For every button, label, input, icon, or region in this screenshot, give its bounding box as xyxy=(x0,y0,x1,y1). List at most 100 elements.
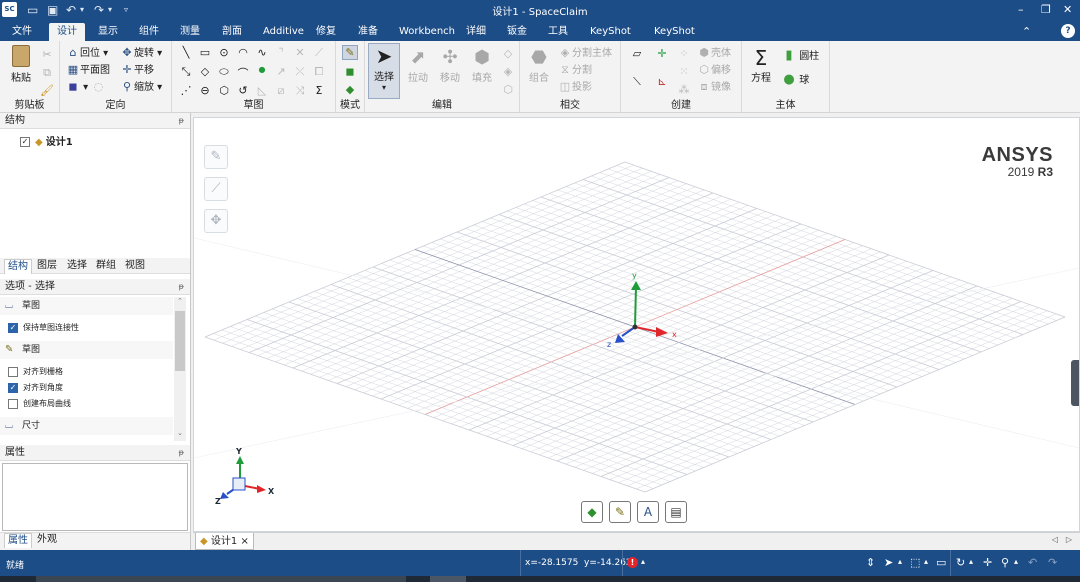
document-tab-close-icon[interactable]: × xyxy=(240,536,248,547)
rotate-status-icon[interactable]: ↻ xyxy=(956,556,965,569)
pin-icon[interactable]: ᵽ xyxy=(179,113,184,129)
ellipse-tool-icon[interactable]: ⬭ xyxy=(216,65,232,79)
3d-viewport[interactable]: y x z Y X Z ANSYS 2019 R3 xyxy=(193,117,1080,532)
error-dropdown-icon[interactable]: ▴ xyxy=(641,557,645,566)
tab-file[interactable]: 文件 xyxy=(12,23,32,41)
pattern-linear-icon[interactable]: ⁙ xyxy=(676,65,692,78)
three-point-arc-icon[interactable]: ⌒ xyxy=(235,65,251,81)
view-options-icon[interactable]: ▭ xyxy=(936,556,946,569)
arc-tool-icon[interactable]: ◠ xyxy=(235,46,251,59)
cut-icon[interactable]: ✂ xyxy=(40,47,54,64)
section-mode-icon[interactable]: ◼ xyxy=(342,65,358,78)
tab-keyshot-2[interactable]: KeyShot xyxy=(654,23,695,41)
view-cube-button[interactable]: ◼ ▾ ◌ xyxy=(66,79,105,96)
zoom-dropdown-icon[interactable]: ▴ xyxy=(1014,557,1018,566)
properties-box[interactable] xyxy=(2,463,188,531)
combine-button[interactable]: ⬣ 组合 xyxy=(524,47,554,84)
ribbon-collapse-icon[interactable]: ⌃ xyxy=(1022,23,1031,41)
mode-text-button[interactable]: A xyxy=(637,501,659,523)
tab-detail[interactable]: 详细 xyxy=(466,23,486,41)
tab-measure[interactable]: 测量 xyxy=(180,23,200,41)
options-pin-icon[interactable]: ᵽ xyxy=(179,279,184,295)
three-point-rect-icon[interactable]: ◇ xyxy=(197,65,213,78)
error-icon[interactable]: ! xyxy=(627,557,638,568)
properties-pin-icon[interactable]: ᵽ xyxy=(179,445,184,461)
tab-repair[interactable]: 修复 xyxy=(316,23,336,41)
origin-icon[interactable]: ⁘ xyxy=(676,47,692,60)
tab-section[interactable]: 剖面 xyxy=(222,23,242,41)
tab-properties[interactable]: 属性 xyxy=(4,533,32,548)
tree-visibility-checkbox[interactable]: ✓ xyxy=(20,137,30,147)
pan-status-icon[interactable]: ✛ xyxy=(983,556,992,569)
mode-layout-button[interactable]: ▤ xyxy=(665,501,687,523)
options-scrollbar[interactable]: ⌃ ⌄ xyxy=(174,297,186,441)
mini-toolbar-select-new-plane-icon[interactable]: ⟋ xyxy=(204,177,228,201)
rectangle-tool-icon[interactable]: ▭ xyxy=(197,46,213,59)
cylinder-button[interactable]: ▮ 圆柱 xyxy=(782,48,819,65)
plane-icon[interactable]: ▱ xyxy=(629,47,645,60)
pan-button[interactable]: ✛ 平移 xyxy=(120,62,154,79)
circle-tool-icon[interactable]: ⊙ xyxy=(216,46,232,59)
select-button[interactable]: ➤ 选择 ▾ xyxy=(368,43,400,99)
home-button[interactable]: ⌂ 回位 ▾ xyxy=(66,45,109,62)
mini-toolbar-sketch-plane-icon[interactable]: ✎ xyxy=(204,145,228,169)
tab-design[interactable]: 设计 xyxy=(49,23,85,41)
tab-tools[interactable]: 工具 xyxy=(548,23,568,41)
panel-tab-selection[interactable]: 选择 xyxy=(64,259,90,273)
panel-tab-structure[interactable]: 结构 xyxy=(4,259,32,274)
side-panel-handle[interactable] xyxy=(1071,360,1079,406)
split-button[interactable]: ⧖ 分割 xyxy=(558,62,592,79)
project-button[interactable]: ◫ 投影 xyxy=(558,79,592,96)
create-layout-checkbox[interactable] xyxy=(8,398,18,409)
tab-prepare[interactable]: 准备 xyxy=(358,23,378,41)
panel-tab-views[interactable]: 视图 xyxy=(122,259,148,273)
document-tab-design[interactable]: ◆ 设计1 × xyxy=(195,533,254,550)
zoom-button[interactable]: ⚲ 缩放 ▾ xyxy=(120,79,162,96)
help-icon[interactable]: ? xyxy=(1061,24,1075,38)
trim-tool-icon[interactable]: ✕ xyxy=(292,46,308,59)
coordinate-system-icon[interactable]: ⊾ xyxy=(654,75,670,88)
copy-icon[interactable]: ⧉ xyxy=(40,65,54,82)
minimize-icon[interactable]: – xyxy=(1018,2,1024,18)
tab-assembly[interactable]: 组件 xyxy=(139,23,159,41)
keep-connectivity-checkbox[interactable]: ✓ xyxy=(8,322,18,333)
snap-angle-option[interactable]: ✓ 对齐到角度 xyxy=(8,382,63,394)
mini-toolbar-move-grid-icon[interactable]: ✥ xyxy=(204,209,228,233)
box-select-dropdown-icon[interactable]: ▴ xyxy=(924,557,928,566)
tree-item-design[interactable]: ✓ ◆ 设计1 xyxy=(20,133,73,148)
tab-scroll-right-icon[interactable]: ▷ xyxy=(1066,535,1072,544)
tangent-line-icon[interactable]: ⤡ xyxy=(178,65,194,79)
box-select-icon[interactable]: ⬚ xyxy=(910,556,920,569)
keep-connectivity-option[interactable]: ✓ 保持草图连接性 xyxy=(8,322,79,334)
3d-mode-icon[interactable]: ◆ xyxy=(342,83,358,96)
rotate-dropdown-icon[interactable]: ▴ xyxy=(969,557,973,566)
pull-button[interactable]: ⬈ 拉动 xyxy=(403,47,433,84)
mirror-button[interactable]: ⧈ 镜像 xyxy=(697,79,732,96)
tab-workbench[interactable]: Workbench xyxy=(399,23,455,41)
spline-tool-icon[interactable]: ∿ xyxy=(254,46,270,59)
mode-3d-button[interactable]: ◆ xyxy=(581,501,603,523)
scroll-thumb[interactable] xyxy=(175,311,185,371)
paste-button[interactable]: 粘贴 xyxy=(6,45,36,84)
tab-additive[interactable]: Additive xyxy=(263,23,304,41)
zoom-status-icon[interactable]: ⚲ xyxy=(1001,556,1009,569)
tab-scroll-left-icon[interactable]: ◁ xyxy=(1052,535,1058,544)
scroll-down-icon[interactable]: ⌄ xyxy=(174,429,186,441)
spin-button[interactable]: ✥ 旋转 ▾ xyxy=(120,45,162,62)
offset-curve-icon[interactable]: ⟋ xyxy=(311,46,327,60)
mode-sketch-button[interactable]: ✎ xyxy=(609,501,631,523)
snap-grid-option[interactable]: 对齐到栅格 xyxy=(8,366,63,378)
scroll-up-icon[interactable]: ⌃ xyxy=(174,297,186,309)
restore-icon[interactable]: ❐ xyxy=(1041,2,1051,18)
edit-extra-2-icon[interactable]: ◈ xyxy=(500,65,516,78)
snap-angle-checkbox[interactable]: ✓ xyxy=(8,382,18,393)
next-view-icon[interactable]: ↷ xyxy=(1048,556,1057,569)
edit-extra-1-icon[interactable]: ◇ xyxy=(500,47,516,60)
pattern-circular-icon[interactable]: ⁂ xyxy=(676,83,692,96)
sketch-mode-icon[interactable]: ✎ xyxy=(342,45,358,60)
select-status-icon[interactable]: ➤ xyxy=(884,556,893,569)
viewport-canvas[interactable]: y x z Y X Z xyxy=(194,118,1079,531)
taskbar-app-spaceclaim[interactable] xyxy=(430,576,466,582)
tab-display[interactable]: 显示 xyxy=(98,23,118,41)
plan-view-button[interactable]: ▦ 平面图 xyxy=(66,62,110,79)
